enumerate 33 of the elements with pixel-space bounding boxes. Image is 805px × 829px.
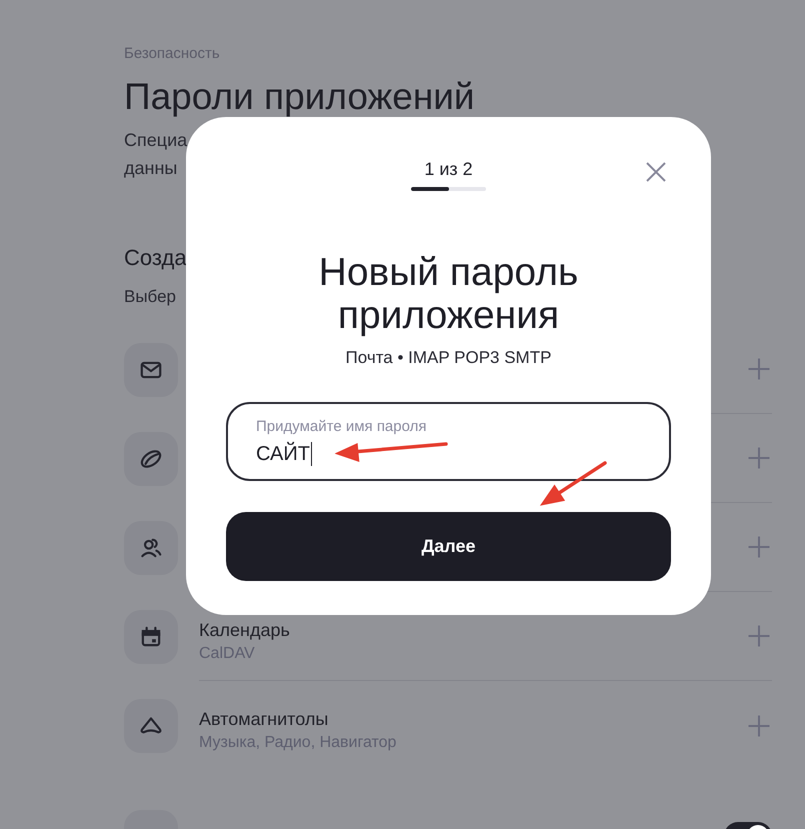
section-title: Созда bbox=[124, 244, 187, 272]
app-type-name: Автомагнитолы bbox=[199, 708, 330, 731]
add-button[interactable] bbox=[747, 714, 771, 738]
plus-icon bbox=[747, 535, 771, 559]
add-button[interactable] bbox=[747, 446, 771, 470]
field-value: САЙТ bbox=[256, 441, 310, 467]
page-title: Пароли приложений bbox=[124, 75, 476, 119]
plus-icon bbox=[747, 624, 771, 648]
close-button[interactable] bbox=[646, 162, 666, 182]
floating-label: Придумайте имя пароля bbox=[256, 418, 427, 436]
text-cursor-icon bbox=[310, 442, 312, 466]
add-button[interactable] bbox=[747, 357, 771, 381]
calendar-icon bbox=[124, 610, 178, 664]
breadcrumb: Безопасность bbox=[124, 44, 221, 64]
plus-icon bbox=[747, 714, 771, 738]
add-button[interactable] bbox=[747, 624, 771, 648]
envelope-icon bbox=[124, 342, 178, 396]
section-hint: Выбер bbox=[124, 286, 176, 308]
people-icon bbox=[124, 520, 178, 574]
dialog-subtitle: Почта • IMAP POP3 SMTP bbox=[346, 347, 552, 369]
password-name-field[interactable]: Придумайте имя пароля САЙТ bbox=[226, 402, 671, 481]
dialog-title: Новый пароль приложения bbox=[318, 251, 580, 337]
annotation-arrow bbox=[540, 461, 607, 506]
next-button[interactable]: Далее bbox=[226, 512, 671, 581]
description-text: данны bbox=[124, 157, 178, 180]
plus-icon bbox=[747, 446, 771, 470]
navigation-icon bbox=[124, 698, 178, 752]
app-type-name: Календарь bbox=[199, 618, 290, 642]
description-text: Специа bbox=[124, 129, 188, 152]
add-button[interactable] bbox=[747, 535, 771, 559]
step-counter: 1 из 2 bbox=[424, 158, 473, 180]
plus-icon bbox=[747, 357, 771, 381]
close-icon bbox=[646, 162, 666, 182]
